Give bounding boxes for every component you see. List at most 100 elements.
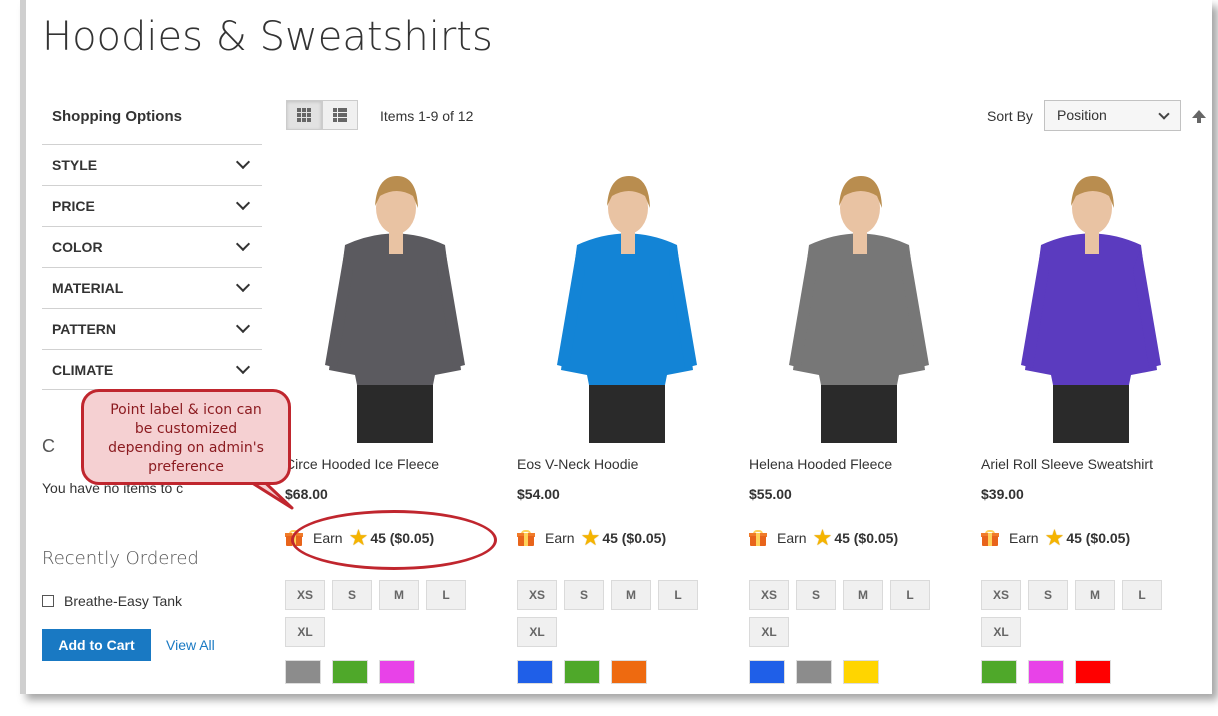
earn-label: Earn: [777, 530, 807, 546]
size-option[interactable]: L: [1122, 580, 1162, 610]
chevron-down-icon: [235, 154, 251, 170]
color-swatch[interactable]: [285, 660, 321, 684]
product-name[interactable]: Eos V-Neck Hoodie: [517, 456, 638, 472]
color-swatches: [517, 660, 647, 684]
color-swatches: [981, 660, 1111, 684]
product-price: $39.00: [981, 486, 1024, 502]
size-options: XS S M L XL: [981, 580, 1181, 647]
filter-climate[interactable]: CLIMATE: [42, 349, 262, 390]
product-image[interactable]: [981, 160, 1201, 443]
color-swatch[interactable]: [611, 660, 647, 684]
color-swatch[interactable]: [796, 660, 832, 684]
size-option[interactable]: M: [611, 580, 651, 610]
color-swatch[interactable]: [332, 660, 368, 684]
earn-label: Earn: [545, 530, 575, 546]
filter-pattern[interactable]: PATTERN: [42, 308, 262, 349]
color-swatches: [285, 660, 415, 684]
filter-label: STYLE: [52, 157, 98, 173]
sort-by-select[interactable]: Position: [1044, 100, 1181, 131]
points-value: 45 ($0.05): [1066, 530, 1131, 546]
star-icon: ★: [1044, 525, 1065, 550]
reward-points: Earn ★ 45 ($0.05): [749, 525, 899, 550]
size-option[interactable]: XL: [285, 617, 325, 647]
color-swatch[interactable]: [981, 660, 1017, 684]
callout-line: Point label & icon can: [110, 402, 262, 418]
star-icon: ★: [580, 525, 601, 550]
points-value: 45 ($0.05): [834, 530, 899, 546]
size-option[interactable]: M: [379, 580, 419, 610]
color-swatch[interactable]: [1075, 660, 1111, 684]
size-option[interactable]: XL: [517, 617, 557, 647]
size-option[interactable]: XL: [749, 617, 789, 647]
earn-label: Earn: [1009, 530, 1039, 546]
sidebar: Shopping Options STYLE PRICE COLOR MATER…: [42, 100, 262, 390]
recent-item-checkbox[interactable]: [42, 595, 54, 607]
points-value: 45 ($0.05): [602, 530, 667, 546]
filter-price[interactable]: PRICE: [42, 185, 262, 226]
product-card[interactable]: Helena Hooded Fleece $55.00 Earn ★ 45 ($…: [749, 160, 969, 684]
size-option[interactable]: S: [564, 580, 604, 610]
compare-title: C: [42, 436, 55, 456]
chevron-down-icon: [235, 277, 251, 293]
sort-by-label: Sort By: [987, 108, 1033, 124]
product-image[interactable]: [285, 160, 505, 443]
size-option[interactable]: S: [332, 580, 372, 610]
size-option[interactable]: S: [1028, 580, 1068, 610]
size-option[interactable]: XS: [749, 580, 789, 610]
chevron-down-icon: [235, 236, 251, 252]
highlight-ellipse: [291, 510, 497, 570]
callout-line: be customized: [134, 421, 238, 437]
chevron-down-icon: [235, 195, 251, 211]
chevron-down-icon: [1158, 108, 1170, 120]
sort-direction-arrow-icon[interactable]: [1192, 110, 1206, 123]
product-name[interactable]: Helena Hooded Fleece: [749, 456, 892, 472]
size-options: XS S M L XL: [517, 580, 717, 647]
filter-label: PRICE: [52, 198, 95, 214]
filter-label: CLIMATE: [52, 361, 114, 378]
recently-ordered-title: Recently Ordered: [42, 548, 199, 569]
product-name[interactable]: Circe Hooded Ice Fleece: [285, 456, 439, 472]
color-swatch[interactable]: [749, 660, 785, 684]
product-price: $54.00: [517, 486, 560, 502]
product-image[interactable]: [749, 160, 969, 443]
star-icon: ★: [812, 525, 833, 550]
color-swatch[interactable]: [517, 660, 553, 684]
size-option[interactable]: M: [843, 580, 883, 610]
annotation-callout: Point label & icon can be customized dep…: [81, 389, 291, 485]
size-option[interactable]: L: [890, 580, 930, 610]
product-price: $55.00: [749, 486, 792, 502]
size-option[interactable]: L: [426, 580, 466, 610]
color-swatch[interactable]: [843, 660, 879, 684]
page-frame: Hoodies & Sweatshirts Shopping Options S…: [20, 0, 1212, 694]
list-icon: [333, 108, 347, 122]
view-mode-switcher: [286, 100, 358, 130]
size-option[interactable]: XS: [981, 580, 1021, 610]
filter-material[interactable]: MATERIAL: [42, 267, 262, 308]
add-to-cart-button[interactable]: Add to Cart: [42, 629, 151, 661]
color-swatch[interactable]: [379, 660, 415, 684]
product-card[interactable]: Eos V-Neck Hoodie $54.00 Earn ★ 45 ($0.0…: [517, 160, 737, 684]
product-name[interactable]: Ariel Roll Sleeve Sweatshirt: [981, 456, 1153, 472]
view-all-link[interactable]: View All: [166, 637, 215, 653]
callout-line: depending on admin's: [108, 440, 264, 456]
product-card[interactable]: Ariel Roll Sleeve Sweatshirt $39.00 Earn…: [981, 160, 1201, 684]
grid-view-button[interactable]: [286, 100, 322, 130]
sort-by-value: Position: [1057, 107, 1107, 123]
size-option[interactable]: XL: [981, 617, 1021, 647]
size-option[interactable]: L: [658, 580, 698, 610]
filter-color[interactable]: COLOR: [42, 226, 262, 267]
size-option[interactable]: M: [1075, 580, 1115, 610]
items-count: Items 1-9 of 12: [380, 108, 474, 124]
chevron-down-icon: [235, 318, 251, 334]
size-option[interactable]: XS: [517, 580, 557, 610]
product-card[interactable]: Circe Hooded Ice Fleece $68.00 Earn ★ 45…: [285, 160, 505, 684]
filter-style[interactable]: STYLE: [42, 144, 262, 185]
size-option[interactable]: S: [796, 580, 836, 610]
color-swatch[interactable]: [564, 660, 600, 684]
color-swatch[interactable]: [1028, 660, 1064, 684]
filter-label: PATTERN: [52, 321, 117, 337]
recent-item[interactable]: Breathe-Easy Tank: [42, 593, 182, 609]
product-image[interactable]: [517, 160, 737, 443]
size-option[interactable]: XS: [285, 580, 325, 610]
list-view-button[interactable]: [322, 100, 358, 130]
